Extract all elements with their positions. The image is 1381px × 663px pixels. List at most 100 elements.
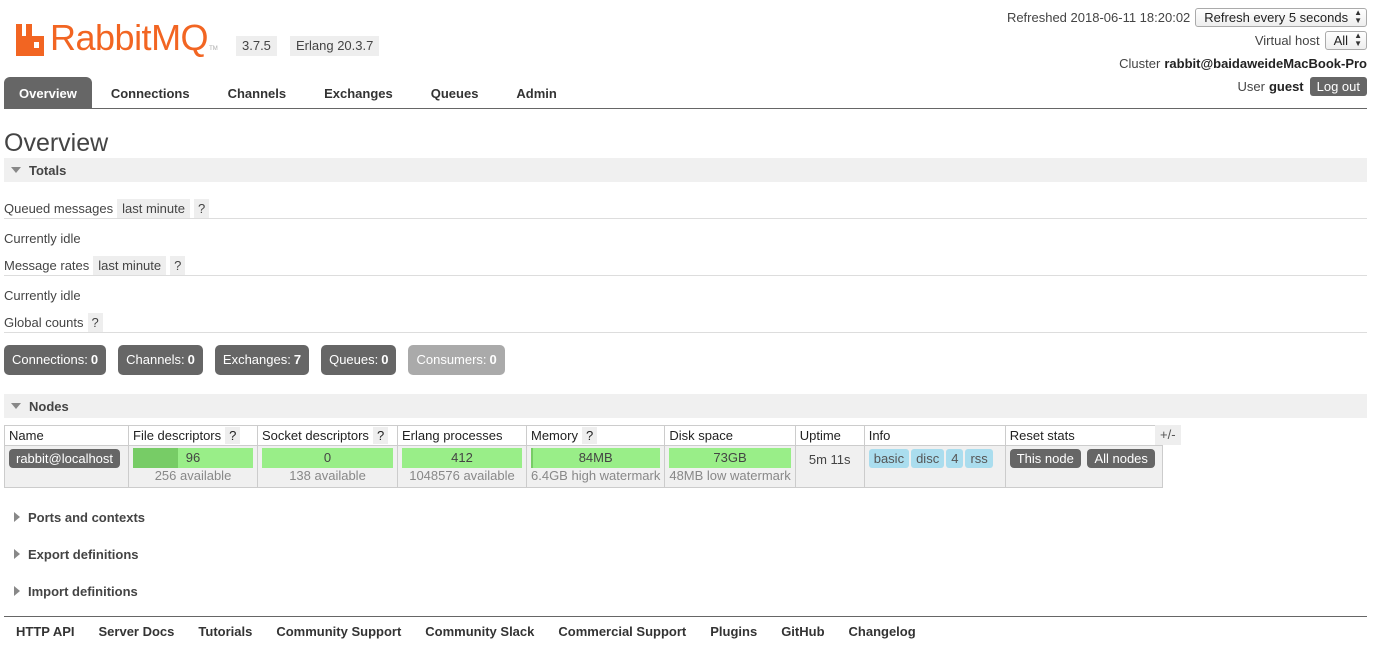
queued-messages-label: Queued messages	[4, 200, 114, 216]
message-rates-label: Message rates	[4, 257, 90, 273]
nodes-section-header[interactable]: Nodes	[4, 394, 1367, 418]
queues-count-button[interactable]: Queues: 0	[321, 345, 397, 375]
export-definitions-section[interactable]: Export definitions	[4, 544, 139, 564]
info-badge-rss: rss	[965, 449, 993, 468]
col-erlang-processes: Erlang processes	[397, 425, 527, 446]
disk-bar: 73GB	[669, 448, 791, 468]
tab-connections[interactable]: Connections	[92, 77, 209, 109]
col-reset-stats: Reset stats	[1004, 425, 1163, 446]
footer-link-changelog[interactable]: Changelog	[849, 624, 916, 639]
table-header-row: Name File descriptors? Socket descriptor…	[4, 425, 1163, 446]
connections-count-button[interactable]: Connections: 0	[4, 345, 107, 375]
collapse-triangle-icon	[11, 403, 21, 409]
footer-link-tutorials[interactable]: Tutorials	[198, 624, 252, 639]
columns-toggle-button[interactable]: +/-	[1155, 425, 1181, 445]
col-disk-space: Disk space	[664, 425, 796, 446]
brand-name: RabbitMQ	[50, 17, 209, 58]
collapse-triangle-icon	[11, 167, 21, 173]
ep-cell: 412 1048576 available	[397, 445, 527, 488]
uptime-cell: 5m 11s	[794, 445, 865, 488]
tab-queues[interactable]: Queues	[412, 77, 498, 109]
disk-value: 73GB	[713, 450, 747, 465]
ep-bar: 412	[402, 448, 522, 468]
col-file-descriptors: File descriptors?	[128, 425, 258, 446]
queued-help-button[interactable]: ?	[194, 198, 210, 218]
rates-idle-text: Currently idle	[4, 288, 81, 303]
expand-triangle-icon	[14, 586, 20, 596]
version-badge: 3.7.5	[236, 36, 277, 56]
info-badge-disc: disc	[911, 449, 945, 468]
table-row: rabbit@localhost 96 256 available 0 138 …	[4, 445, 1163, 488]
footer-link-github[interactable]: GitHub	[781, 624, 824, 639]
footer-link-community-slack[interactable]: Community Slack	[425, 624, 534, 639]
fd-available: 256 available	[154, 468, 232, 483]
cluster-name[interactable]: rabbit@baidaweideMacBook-Pro	[1164, 56, 1367, 71]
divider	[4, 275, 1367, 276]
rates-help-button[interactable]: ?	[170, 255, 186, 275]
footer-link-server-docs[interactable]: Server Docs	[99, 624, 175, 639]
vhost-select[interactable]: All ▲ ▼	[1324, 30, 1367, 50]
ep-value: 412	[451, 450, 473, 465]
reset-this-node-button[interactable]: This node	[1009, 449, 1081, 468]
node-link[interactable]: rabbit@localhost	[9, 449, 121, 468]
tab-divider	[4, 108, 1367, 109]
vhost-label: Virtual host	[1254, 32, 1320, 48]
erlang-version-badge: Erlang 20.3.7	[290, 36, 380, 56]
memory-help-button[interactable]: ?	[581, 427, 598, 444]
sd-help-button[interactable]: ?	[372, 427, 389, 444]
fd-bar: 96	[133, 448, 253, 468]
totals-title: Totals	[29, 162, 67, 178]
fd-help-button[interactable]: ?	[225, 427, 241, 444]
global-help-button[interactable]: ?	[87, 312, 103, 332]
memory-bar: 84MB	[531, 448, 661, 468]
channels-count-button[interactable]: Channels: 0	[118, 345, 203, 375]
rabbitmq-logo[interactable]: RabbitMQ TM	[14, 14, 218, 56]
logout-button[interactable]: Log out	[1309, 76, 1367, 96]
expand-triangle-icon	[14, 512, 20, 522]
brand-tm: TM	[209, 46, 218, 52]
footer-link-community-support[interactable]: Community Support	[276, 624, 401, 639]
exchanges-count-button[interactable]: Exchanges: 7	[214, 345, 310, 375]
rabbit-logo-icon	[16, 24, 44, 56]
divider	[4, 218, 1367, 219]
col-uptime: Uptime	[794, 425, 865, 446]
import-definitions-section[interactable]: Import definitions	[4, 581, 138, 601]
user-name: guest	[1268, 78, 1304, 94]
tab-admin[interactable]: Admin	[497, 77, 575, 109]
fd-cell: 96 256 available	[128, 445, 258, 488]
refresh-interval-select[interactable]: Refresh every 5 seconds ▲ ▼	[1195, 7, 1367, 27]
footer-links: HTTP API Server Docs Tutorials Community…	[16, 624, 940, 639]
tab-overview[interactable]: Overview	[4, 77, 92, 109]
header-status: Refreshed 2018-06-11 18:20:02 Refresh ev…	[1007, 6, 1367, 98]
info-badge-basic: basic	[868, 449, 910, 468]
col-name: Name	[4, 425, 129, 446]
memory-watermark: 6.4GB high watermark	[531, 468, 661, 483]
sd-bar: 0	[262, 448, 393, 468]
ports-contexts-section[interactable]: Ports and contexts	[4, 507, 145, 527]
page-title: Overview	[4, 129, 109, 157]
footer-link-http-api[interactable]: HTTP API	[16, 624, 75, 639]
queued-messages-row: Queued messages last minute ?	[4, 198, 210, 218]
refreshed-timestamp: Refreshed 2018-06-11 18:20:02	[1006, 9, 1191, 25]
footer-link-commercial-support[interactable]: Commercial Support	[558, 624, 686, 639]
nodes-title: Nodes	[29, 398, 69, 414]
uptime-value: 5m 11s	[808, 452, 851, 467]
consumers-count-button: Consumers: 0	[408, 345, 505, 375]
reset-all-nodes-button[interactable]: All nodes	[1087, 449, 1155, 468]
tab-channels[interactable]: Channels	[209, 77, 306, 109]
ep-available: 1048576 available	[409, 468, 515, 483]
footer-link-plugins[interactable]: Plugins	[710, 624, 757, 639]
expand-triangle-icon	[14, 549, 20, 559]
fd-bar-fill	[133, 448, 178, 468]
memory-bar-fill	[531, 448, 533, 468]
totals-section-header[interactable]: Totals	[4, 158, 1367, 182]
tab-exchanges[interactable]: Exchanges	[305, 77, 412, 109]
sd-cell: 0 138 available	[257, 445, 398, 488]
nodes-table: Name File descriptors? Socket descriptor…	[4, 425, 1163, 488]
node-name-cell: rabbit@localhost	[4, 445, 129, 488]
col-info: Info	[863, 425, 1006, 446]
queued-period-select[interactable]: last minute	[117, 198, 190, 218]
rates-period-select[interactable]: last minute	[93, 255, 167, 275]
user-label: User	[1237, 78, 1265, 94]
disk-watermark: 48MB low watermark	[669, 468, 791, 483]
